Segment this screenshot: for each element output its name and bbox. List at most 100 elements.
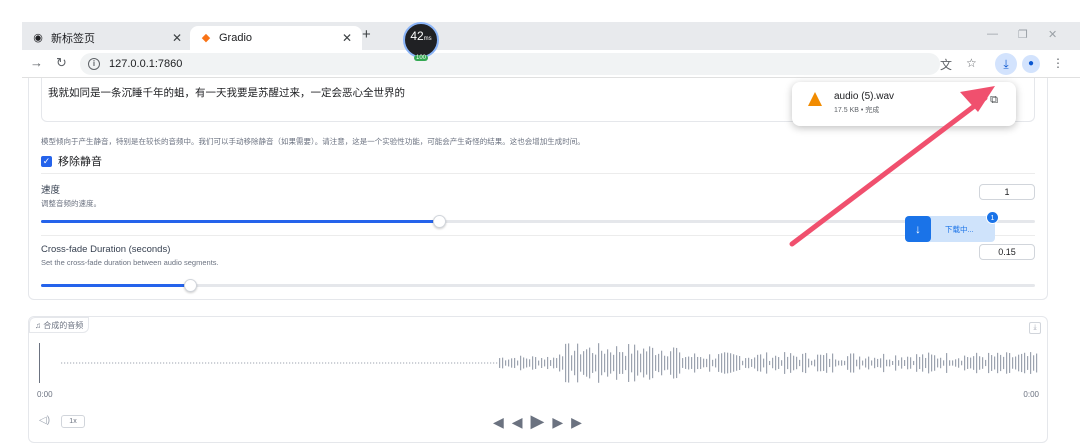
waveform-bar — [1024, 352, 1026, 374]
waveform-bar — [730, 353, 732, 373]
playhead[interactable] — [39, 343, 40, 383]
waveform-bar — [235, 362, 237, 364]
waveform-bar — [826, 353, 828, 373]
waveform-bar — [316, 362, 318, 364]
waveform-bar — [148, 362, 150, 364]
waveform-bar — [796, 356, 798, 370]
waveform-bar — [331, 362, 333, 364]
tab-new-tab[interactable]: ◉ 新标签页 ✕ — [22, 26, 192, 50]
waveform-bar — [778, 357, 780, 369]
close-icon[interactable]: ✕ — [172, 31, 182, 45]
waveform-bar — [823, 355, 825, 371]
waveform-bar — [208, 362, 210, 364]
waveform-bar — [949, 360, 951, 366]
waveform-bar — [319, 362, 321, 364]
waveform-bar — [658, 353, 660, 373]
speed-number-input[interactable]: 1 — [979, 184, 1035, 200]
waveform-bar — [679, 352, 681, 374]
speed-slider-thumb[interactable] — [432, 215, 446, 228]
playback-rate-button[interactable]: 1x — [61, 415, 85, 428]
crossfade-slider-fill — [41, 284, 191, 287]
waveform-bar — [934, 355, 936, 371]
waveform-bar — [613, 354, 615, 372]
waveform-bar — [625, 355, 627, 371]
waveform-bar — [76, 362, 78, 364]
waveform-bar — [505, 360, 507, 366]
waveform-bar — [1021, 353, 1023, 373]
downloading-indicator[interactable]: ↓ 下载中... 1 — [905, 211, 999, 242]
waveform-bar — [163, 362, 165, 364]
waveform-bar — [736, 355, 738, 371]
close-icon[interactable]: ✕ — [342, 31, 352, 45]
close-window-icon[interactable]: ✕ — [1048, 28, 1057, 41]
waveform-bar — [832, 353, 834, 373]
waveform-bar — [358, 362, 360, 364]
open-external-icon[interactable]: ⧉ — [990, 94, 998, 107]
waveform-bar — [217, 362, 219, 364]
waveform-bar — [421, 362, 423, 364]
waveform-bar — [580, 354, 582, 372]
waveform-bar — [997, 352, 999, 374]
download-filename[interactable]: audio (5).wav — [834, 91, 894, 102]
crossfade-hint: Set the cross-fade duration between audi… — [41, 258, 219, 267]
time-current: 0:00 — [37, 390, 53, 399]
remove-silence-block: 模型倾向于产生静音，特别是在较长的音频中。我们可以手动移除静音（如果需要）。请注… — [41, 130, 1035, 172]
waveform-bar — [97, 362, 99, 364]
reload-icon[interactable]: ↻ — [56, 55, 67, 71]
url-field[interactable]: i 127.0.0.1:7860 — [80, 53, 940, 75]
waveform-bar — [886, 359, 888, 367]
waveform-bar — [409, 362, 411, 364]
waveform-bar — [307, 362, 309, 364]
star-icon[interactable]: ☆ — [966, 56, 977, 70]
remove-silence-checkbox[interactable]: ✓ 移除静音 — [41, 153, 1035, 169]
waveform-bar — [814, 359, 816, 367]
waveform-bar — [115, 362, 117, 364]
minimize-icon[interactable]: — — [987, 28, 998, 40]
rewind-icon[interactable]: ◀◀ — [493, 414, 531, 430]
waveform-bar — [394, 362, 396, 364]
download-popup[interactable]: audio (5).wav 17.5 KB • 完成 ⧉ — [792, 82, 1016, 126]
new-tab-button[interactable]: + — [362, 26, 371, 43]
waveform-bar — [544, 359, 546, 367]
waveform-bar — [772, 357, 774, 369]
waveform-bar — [757, 354, 759, 372]
waveform-bar — [109, 362, 111, 364]
waveform-bar — [472, 362, 474, 364]
waveform-bar — [904, 360, 906, 366]
crossfade-number-input[interactable]: 0.15 — [979, 244, 1035, 260]
waveform-bar — [976, 352, 978, 374]
waveform-bar — [805, 352, 807, 374]
speed-slider[interactable] — [41, 215, 1035, 228]
volume-icon[interactable]: ◁) — [39, 415, 50, 426]
info-icon[interactable]: i — [88, 58, 100, 70]
waveform-bar — [265, 362, 267, 364]
waveform-bar — [985, 359, 987, 367]
download-audio-icon[interactable]: ⤓ — [1029, 322, 1041, 334]
tab-gradio[interactable]: ◆ Gradio ✕ — [190, 26, 362, 50]
avatar[interactable]: ● — [1022, 55, 1040, 73]
crossfade-slider-thumb[interactable] — [184, 279, 198, 292]
waveform[interactable] — [39, 341, 1039, 385]
waveform-bar — [718, 354, 720, 372]
forward-icon[interactable]: ▶▶ — [552, 414, 590, 430]
translate-icon[interactable]: 文 — [940, 56, 952, 73]
waveform-bar — [325, 362, 327, 364]
back-icon[interactable]: → — [30, 55, 43, 70]
crossfade-slider[interactable] — [41, 279, 1035, 292]
menu-icon[interactable]: ⋮ — [1052, 56, 1064, 70]
waveform-bar — [937, 358, 939, 368]
waveform-bar — [292, 362, 294, 364]
play-icon[interactable]: ▶ — [531, 411, 553, 431]
tab-title: Gradio — [219, 32, 253, 44]
waveform-bar — [523, 357, 525, 369]
waveform-bar — [685, 357, 687, 369]
restore-icon[interactable]: ❐ — [1018, 28, 1028, 41]
ping-badge: 42ms 100 — [403, 22, 439, 61]
download-icon[interactable]: ⤓ — [995, 53, 1017, 75]
waveform-bar — [817, 354, 819, 372]
waveform-bar — [850, 353, 852, 373]
waveform-bar — [781, 360, 783, 366]
waveform-bar — [667, 356, 669, 370]
waveform-bar — [709, 354, 711, 372]
waveform-bar — [244, 362, 246, 364]
